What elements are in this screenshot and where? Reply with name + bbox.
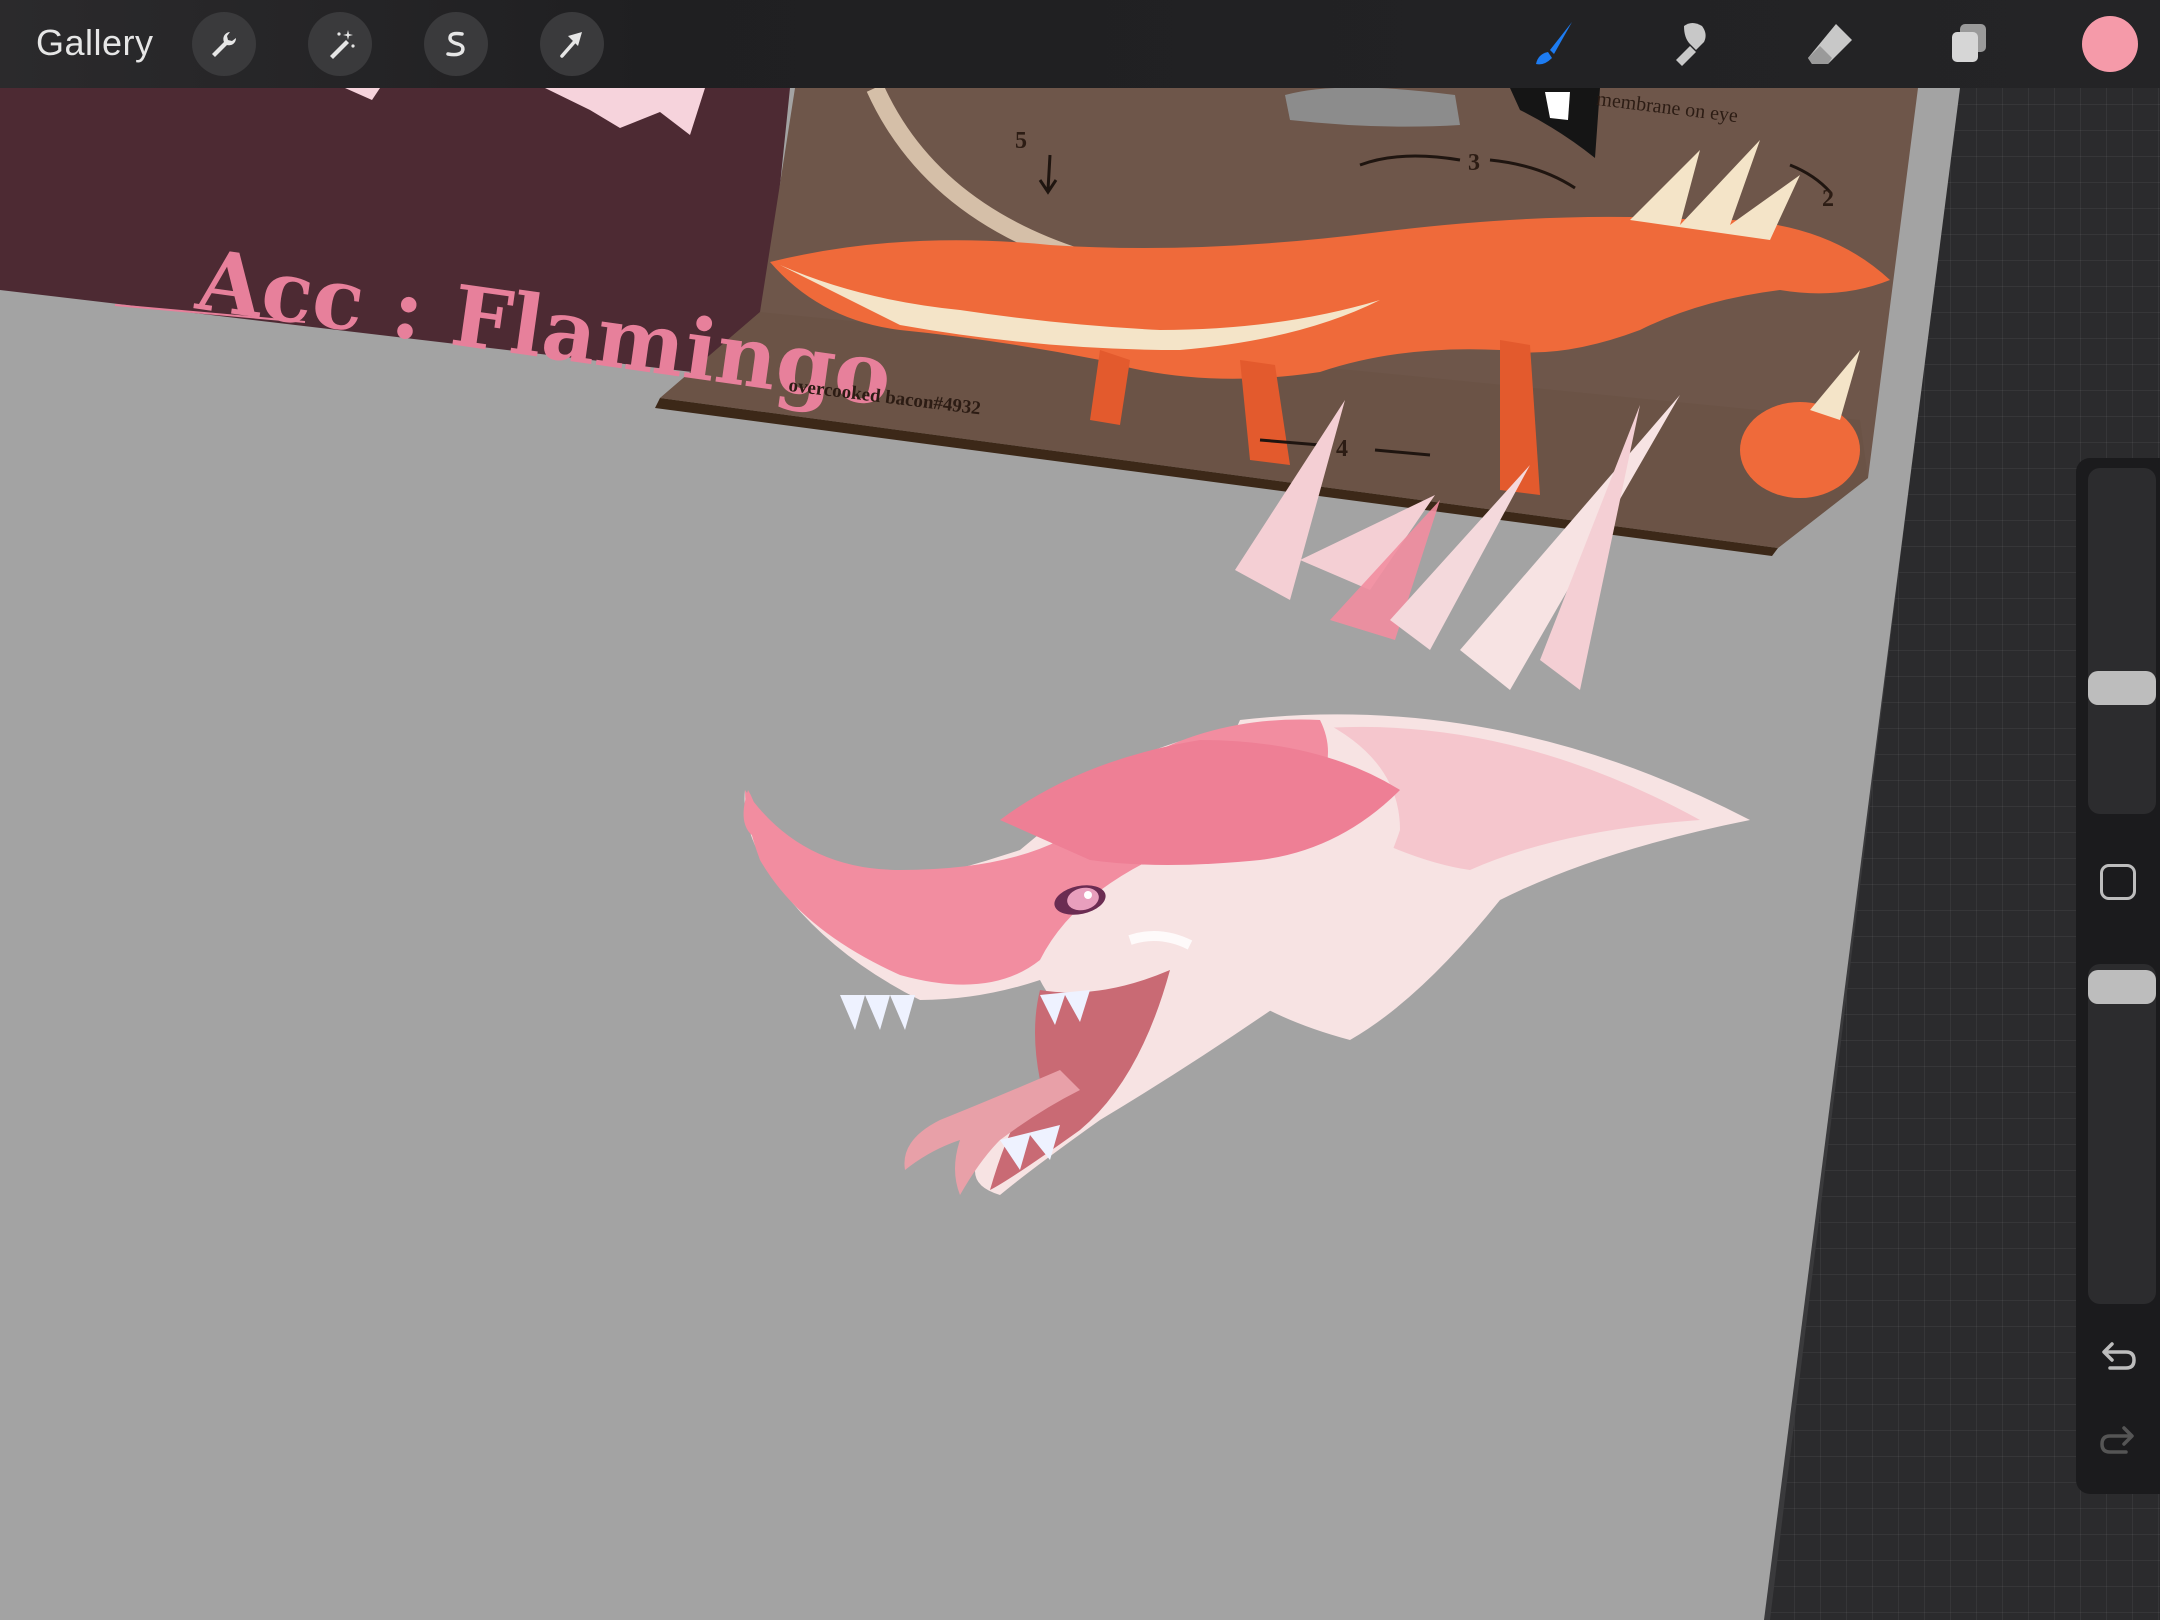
layers-icon — [1952, 24, 1986, 62]
ref-dragon-head-small — [1740, 402, 1860, 498]
reference-step-number: 2 — [1822, 186, 1834, 212]
magic-wand-icon — [330, 30, 355, 59]
reference-step-number: 5 — [1015, 128, 1027, 154]
canvas-artwork — [0, 84, 1960, 1620]
color-picker-swatch[interactable] — [2082, 16, 2138, 72]
redo-button[interactable] — [2096, 1420, 2140, 1464]
eraser-button[interactable] — [1798, 12, 1862, 76]
ref-skull-sketch — [1285, 87, 1460, 127]
sidebar — [2076, 458, 2160, 1494]
undo-icon — [2102, 1342, 2136, 1370]
adjustments-button[interactable] — [308, 12, 372, 76]
selection-s-icon — [446, 31, 465, 57]
reference-step-number: 3 — [1468, 150, 1480, 176]
smudge-icon — [1676, 23, 1706, 66]
actions-button[interactable] — [192, 12, 256, 76]
smudge-button[interactable] — [1658, 12, 1722, 76]
opacity-thumb[interactable] — [2088, 970, 2156, 1004]
procreate-app: Acc : Flamingo overcooked bacon#4932 mem… — [0, 0, 2160, 1620]
brush-size-thumb[interactable] — [2088, 671, 2156, 705]
brush-icon — [1536, 22, 1572, 65]
layers-button[interactable] — [1938, 12, 2002, 76]
wrench-icon — [212, 32, 237, 57]
gallery-button[interactable]: Gallery — [36, 22, 154, 64]
drawing-canvas[interactable]: Acc : Flamingo overcooked bacon#4932 mem… — [0, 0, 2160, 1620]
reference-step-number: 4 — [1336, 436, 1348, 462]
brush-size-slider[interactable] — [2088, 468, 2156, 814]
transform-arrow-icon — [560, 32, 582, 58]
eraser-icon — [1808, 24, 1852, 64]
selection-button[interactable] — [424, 12, 488, 76]
modify-button[interactable] — [2100, 864, 2136, 900]
top-toolbar: Gallery — [0, 0, 2160, 88]
transform-button[interactable] — [540, 12, 604, 76]
opacity-slider[interactable] — [2088, 964, 2156, 1304]
brush-button[interactable] — [1520, 12, 1584, 76]
redo-icon — [2100, 1426, 2134, 1454]
undo-button[interactable] — [2096, 1336, 2140, 1380]
